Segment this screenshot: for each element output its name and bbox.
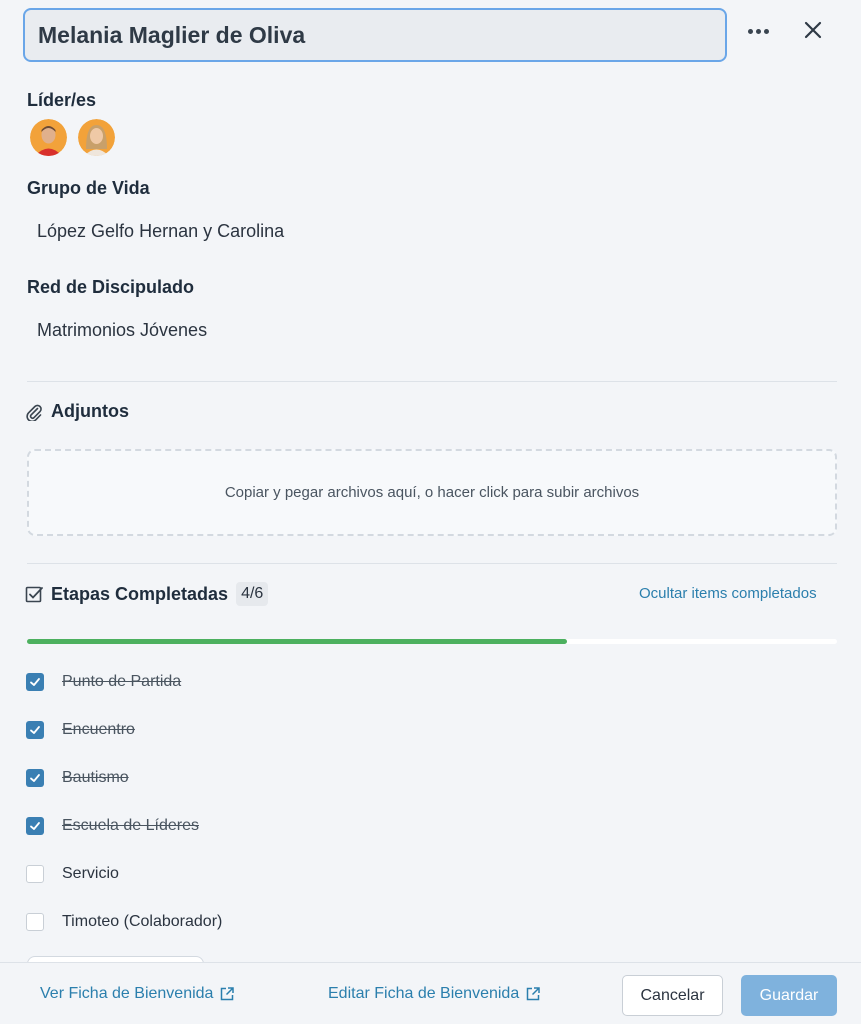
save-button[interactable]: Guardar [741,975,837,1016]
checklist-item[interactable]: Encuentro [26,720,135,740]
close-button[interactable] [800,17,826,43]
more-options-button[interactable] [741,18,775,44]
checkbox-unchecked[interactable] [26,865,44,883]
attachments-header: Adjuntos [25,401,129,422]
life-group-label: Grupo de Vida [27,178,150,198]
leaders-label: Líder/es [27,90,97,110]
checklist-item-label: Encuentro [62,721,135,738]
checklist-item[interactable]: Timoteo (Colaborador) [26,912,222,932]
close-icon [804,21,822,39]
attachments-dropzone[interactable]: Copiar y pegar archivos aquí, o hacer cl… [27,449,837,536]
steps-label: Etapas Completadas [51,583,229,604]
network-value: Matrimonios Jóvenes [37,320,208,340]
checkmark-icon [30,822,40,830]
edit-welcome-sheet-link[interactable]: Editar Ficha de Bienvenida [328,985,541,1003]
checkbox-checked[interactable] [26,769,44,787]
edit-link-label: Editar Ficha de Bienvenida [328,985,520,1002]
checklist-item[interactable]: Bautismo [26,768,129,788]
checklist-item-label: Escuela de Líderes [62,817,199,834]
steps-header: Etapas Completadas 4/6 [25,582,269,606]
checkmark-icon [30,678,40,686]
view-link-label: Ver Ficha de Bienvenida [40,985,214,1002]
checkmark-icon [30,726,40,734]
checklist-item-label: Bautismo [62,769,129,786]
steps-progress-fill [27,639,568,644]
steps-count-badge: 4/6 [236,582,269,606]
avatar-leader-female[interactable] [78,119,115,156]
paperclip-icon [26,404,42,421]
view-welcome-sheet-link[interactable]: Ver Ficha de Bienvenida [40,985,235,1003]
external-link-icon [526,987,540,1001]
checkmark-icon [30,774,40,782]
checklist-item[interactable]: Punto de Partida [26,672,181,692]
checkbox-checked[interactable] [26,673,44,691]
checkbox-checked[interactable] [26,817,44,835]
avatar-leader-male[interactable] [30,119,67,156]
life-group-value: López Gelfo Hernan y Carolina [37,221,285,241]
divider [27,381,837,382]
name-input[interactable]: Melania Maglier de Oliva [23,8,727,62]
cancel-button[interactable]: Cancelar [622,975,723,1016]
external-link-icon [221,987,235,1001]
hide-completed-link[interactable]: Ocultar items completados [639,585,817,602]
checklist-icon [25,586,43,603]
network-label: Red de Discipulado [27,277,195,297]
checklist-item[interactable]: Escuela de Líderes [26,816,199,836]
checklist-item-label: Timoteo (Colaborador) [62,913,223,930]
checkbox-checked[interactable] [26,721,44,739]
attachments-label: Adjuntos [51,401,129,421]
checklist-item-label: Servicio [62,865,119,882]
checklist-item[interactable]: Servicio [26,864,119,884]
steps-progress-bar [27,639,837,644]
checkbox-unchecked[interactable] [26,913,44,931]
dropzone-text: Copiar y pegar archivos aquí, o hacer cl… [224,484,640,501]
name-value: Melania Maglier de Oliva [38,21,306,48]
more-horizontal-icon [747,28,753,34]
checklist-item-label: Punto de Partida [62,673,182,690]
divider [27,563,837,564]
